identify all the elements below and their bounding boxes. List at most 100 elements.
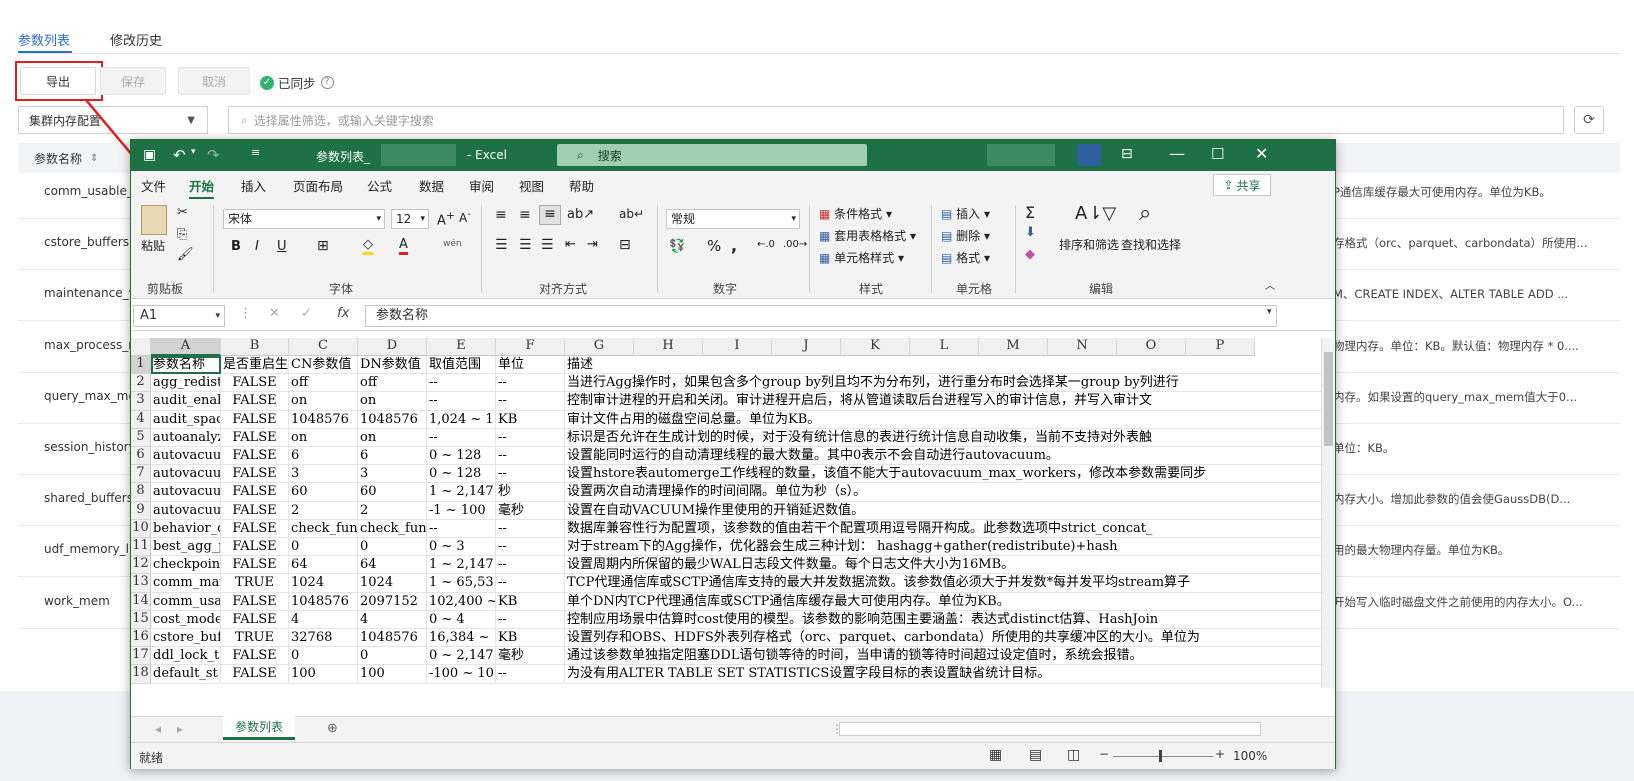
horizontal-scrollbar[interactable]	[839, 722, 1261, 736]
cell[interactable]: -1 ~ 100	[427, 501, 496, 520]
cell[interactable]: 毫秒	[496, 501, 565, 520]
font-name-select[interactable]: 宋体 ▾	[223, 209, 385, 229]
cell[interactable]: KB	[496, 410, 565, 429]
zoom-slider[interactable]	[1113, 756, 1213, 757]
tab-param-list[interactable]: 参数列表	[18, 30, 70, 49]
row-header[interactable]: 1	[131, 356, 151, 375]
cell[interactable]: 102,400 ~	[427, 592, 496, 611]
cell[interactable]: 1048576	[358, 410, 427, 429]
cell[interactable]: --	[496, 428, 565, 447]
cell[interactable]: 1 ~ 65,53	[427, 574, 496, 593]
cell[interactable]: 对于stream下的Agg操作，优化器会生成三种计划： hashagg+gath…	[565, 538, 1321, 557]
cell[interactable]: 1024	[289, 574, 358, 593]
search-input[interactable]: ⌕ 选择属性筛选，或输入关键字搜索	[228, 106, 1564, 134]
column-header[interactable]: J	[772, 338, 841, 356]
cell[interactable]: 0	[289, 538, 358, 557]
fill-color-icon[interactable]: ◇	[363, 237, 373, 255]
column-header[interactable]: F	[496, 338, 565, 356]
cell[interactable]: FALSE	[221, 392, 289, 411]
cell[interactable]: FALSE	[221, 374, 289, 393]
cell[interactable]: --	[427, 374, 496, 393]
orientation-icon[interactable]: ab↗	[567, 207, 594, 222]
cell[interactable]: off	[358, 374, 427, 393]
cell[interactable]: 1048576	[358, 629, 427, 648]
column-header[interactable]: D	[358, 338, 427, 356]
menu-item[interactable]: 帮助	[569, 176, 594, 195]
cell[interactable]: 0	[358, 647, 427, 666]
cell[interactable]: 当进行Agg操作时，如果包含多个group by列且均不为分布列，进行重分布时会…	[565, 374, 1321, 393]
row-header[interactable]: 10	[131, 519, 151, 538]
cell[interactable]: 100	[289, 665, 358, 684]
row-header[interactable]: 7	[131, 465, 151, 484]
row-header[interactable]: 2	[131, 374, 151, 393]
column-header[interactable]: G	[565, 338, 634, 356]
cell[interactable]: 设置周期内所保留的最少WAL日志段文件数量。每个日志文件大小为16MB。	[565, 556, 1321, 575]
ribbon-display-icon[interactable]: ⊟	[1121, 146, 1133, 162]
find-icon[interactable]: ⌕	[1139, 201, 1151, 226]
collapse-ribbon-icon[interactable]: ︿	[1265, 277, 1275, 292]
column-header[interactable]: I	[703, 338, 772, 356]
align-center-icon[interactable]: ☰	[519, 237, 532, 253]
column-header[interactable]: O	[1117, 338, 1186, 356]
row-header[interactable]: 15	[131, 610, 151, 629]
row-header[interactable]: 11	[131, 538, 151, 557]
cell[interactable]: comm_usabl	[151, 592, 221, 611]
minimize-icon[interactable]: —	[1169, 144, 1185, 163]
paste-icon[interactable]	[141, 205, 167, 235]
align-left-icon[interactable]: ☰	[495, 237, 508, 253]
cell[interactable]: comm_max_s	[151, 574, 221, 593]
cell[interactable]: --	[427, 519, 496, 538]
accounting-format-icon[interactable]: 💱	[669, 239, 685, 254]
zoom-out-icon[interactable]: −	[1099, 747, 1109, 761]
cell[interactable]: FALSE	[221, 428, 289, 447]
cell[interactable]: 1048576	[289, 592, 358, 611]
cell[interactable]: default_st	[151, 665, 221, 684]
merge-center-icon[interactable]: ⊟	[619, 237, 631, 253]
cell[interactable]: check_func	[358, 519, 427, 538]
cell[interactable]: 6	[289, 447, 358, 466]
cell[interactable]: agg_redist	[151, 374, 221, 393]
column-header[interactable]: H	[634, 338, 703, 356]
cell[interactable]: --	[496, 574, 565, 593]
cell[interactable]: ddl_lock_t	[151, 647, 221, 666]
cell[interactable]: --	[496, 538, 565, 557]
cell[interactable]: 0 ~ 128	[427, 465, 496, 484]
cell[interactable]: 3	[358, 465, 427, 484]
cell[interactable]: TRUE	[221, 629, 289, 648]
row-header[interactable]: 4	[131, 410, 151, 429]
cell[interactable]: 毫秒	[496, 647, 565, 666]
cell[interactable]: -100 ~ 10	[427, 665, 496, 684]
column-header[interactable]: A	[151, 338, 221, 356]
zoom-level[interactable]: 100%	[1233, 749, 1267, 763]
save-button[interactable]: 保存	[100, 67, 166, 95]
percent-icon[interactable]: %	[707, 237, 721, 255]
cell[interactable]: --	[496, 392, 565, 411]
cell[interactable]: 1024	[358, 574, 427, 593]
cell[interactable]: FALSE	[221, 465, 289, 484]
cell[interactable]: on	[289, 392, 358, 411]
cell[interactable]: 数据库兼容性行为配置项，该参数的值由若干个配置项用逗号隔开构成。此参数选项中st…	[565, 519, 1321, 538]
cell[interactable]: FALSE	[221, 610, 289, 629]
row-header[interactable]: 8	[131, 483, 151, 502]
cut-icon[interactable]: ✂	[177, 205, 188, 220]
cell[interactable]: FALSE	[221, 538, 289, 557]
cell[interactable]: TCP代理通信库或SCTP通信库支持的最大并发数据流数。该参数值必须大于并发数*…	[565, 574, 1321, 593]
cell[interactable]: DN参数值	[358, 356, 427, 375]
font-color-icon[interactable]: A	[399, 237, 408, 255]
cell[interactable]: autoanalyz	[151, 428, 221, 447]
cell[interactable]: 60	[358, 483, 427, 502]
cell[interactable]: FALSE	[221, 592, 289, 611]
page-layout-view-icon[interactable]: ▤	[1029, 747, 1042, 763]
customize-qat-icon[interactable]: ≡	[251, 146, 260, 159]
underline-icon[interactable]: U	[277, 239, 287, 254]
font-size-select[interactable]: 12 ▾	[391, 209, 429, 229]
cell[interactable]: 取值范围	[427, 356, 496, 375]
menu-item[interactable]: 数据	[419, 176, 444, 195]
cell[interactable]: 6	[358, 447, 427, 466]
formula-input[interactable]: 参数名称	[365, 305, 1277, 327]
cell[interactable]: 3	[289, 465, 358, 484]
delete-cells-button[interactable]: ▤ 删除 ▾	[941, 227, 990, 244]
cell[interactable]: 通过该参数单独指定阻塞DDL语句锁等待的时间，当申请的锁等待时间超过设定值时，系…	[565, 647, 1321, 666]
menu-item[interactable]: 公式	[367, 176, 392, 195]
cell[interactable]: 0 ~ 128	[427, 447, 496, 466]
